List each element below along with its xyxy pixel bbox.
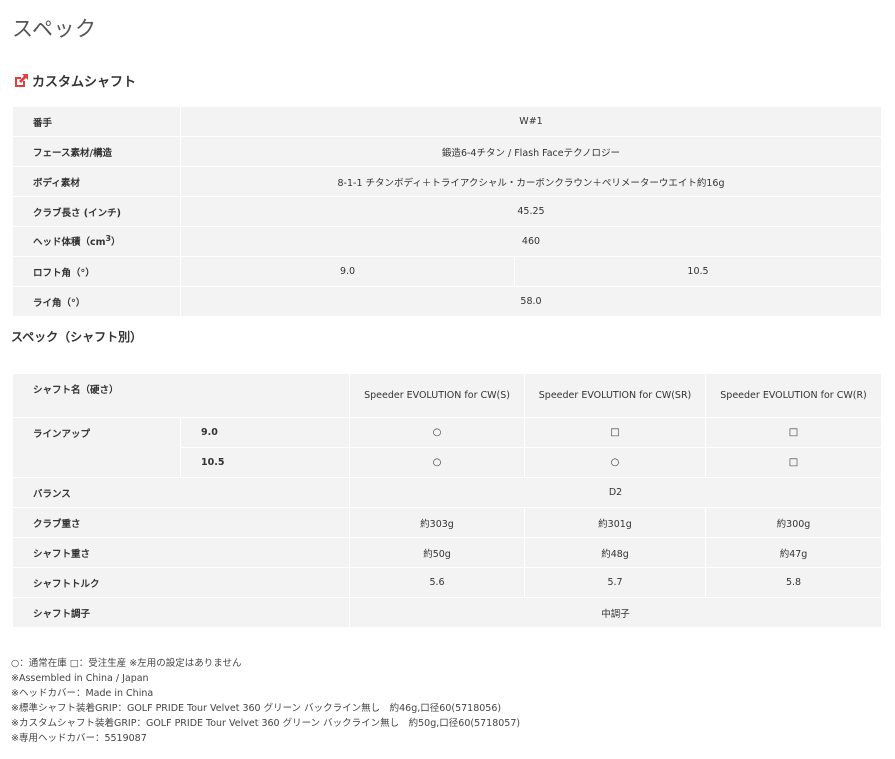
note-line: ○：通常在庫 □：受注生産 ※左用の設定はありません (11, 658, 242, 669)
row-value: 45.25 (180, 196, 882, 227)
column-header: Speeder EVOLUTION for CW(R) (705, 373, 883, 418)
table-row: ラインアップ 9.0 ○ □ □ (12, 417, 883, 478)
table-row: フェース素材/構造 鍛造6-4チタン / Flash Faceテクノロジー (12, 136, 882, 167)
table-row: ヘッド体積（cm3） 460 (12, 226, 882, 257)
table-row: シャフト重さ 約50g 約48g 約47g (11, 537, 883, 568)
row-label: シャフト重さ (11, 537, 351, 568)
row-label: ボディ素材 (12, 166, 181, 197)
row-value: 約301g (524, 507, 707, 538)
row-value: 中調子 (349, 597, 883, 628)
spec-table: 番手 W#1 フェース素材/構造 鍛造6-4チタン / Flash Faceテク… (12, 106, 882, 317)
row-value: 8-1-1 チタンボディ＋トライアクシャル・カーボンクラウン＋ペリメーターウエイ… (180, 166, 882, 197)
table-row: バランス D2 (11, 477, 883, 508)
row-label: ロフト角（°） (12, 256, 181, 287)
row-value: 5.7 (524, 567, 707, 598)
availability-mark: ○ (349, 447, 526, 478)
note-line: ※専用ヘッドカバー：5519087 (11, 733, 147, 744)
row-value: W#1 (180, 106, 882, 137)
head-volume-label: ヘッド体積（cm (33, 237, 106, 249)
availability-mark: ○ (524, 447, 707, 478)
note-line: ※カスタムシャフト装着GRIP：GOLF PRIDE Tour Velvet 3… (11, 718, 521, 729)
column-header: Speeder EVOLUTION for CW(S) (349, 373, 526, 418)
row-label: ヘッド体積（cm3） (12, 226, 181, 257)
external-link-icon (15, 73, 28, 87)
note-line: ※ヘッドカバー：Made in China (11, 688, 154, 699)
availability-mark: □ (705, 417, 883, 448)
table-row: シャフト調子 中調子 (11, 597, 883, 628)
loft-label: 9.0 (179, 417, 351, 448)
shaft-name-header: シャフト名（硬さ） (11, 373, 351, 418)
note-line: ※Assembled in China / Japan (11, 673, 149, 684)
row-value: 約303g (349, 507, 526, 538)
row-label: 番手 (12, 106, 181, 137)
sub-title: スペック（シャフト別） (11, 330, 143, 344)
row-label: クラブ長さ (インチ) (12, 196, 181, 227)
row-value: D2 (349, 477, 883, 508)
table-row: ボディ素材 8-1-1 チタンボディ＋トライアクシャル・カーボンクラウン＋ペリメ… (12, 166, 882, 197)
notes: ○：通常在庫 □：受注生産 ※左用の設定はありません ※Assembled in… (11, 656, 520, 746)
table-row: ライ角（°） 58.0 (12, 286, 882, 317)
row-label: シャフト調子 (11, 597, 351, 628)
shaft-spec-table: シャフト名（硬さ） Speeder EVOLUTION for CW(S) Sp… (11, 373, 883, 628)
row-value: 10.5 (514, 256, 882, 287)
column-header: Speeder EVOLUTION for CW(SR) (524, 373, 707, 418)
lineup-label: ラインアップ (12, 417, 181, 478)
row-label: シャフトトルク (11, 567, 351, 598)
label-suffix: ） (111, 237, 121, 249)
page-title: スペック (12, 17, 97, 41)
table-row: クラブ長さ (インチ) 45.25 (12, 196, 882, 227)
note-line: ※標準シャフト装着GRIP：GOLF PRIDE Tour Velvet 360… (11, 703, 502, 714)
table-row: 番手 W#1 (12, 106, 882, 137)
row-value: 約47g (705, 537, 883, 568)
row-value: 約300g (705, 507, 883, 538)
custom-shaft-heading: カスタムシャフト (13, 71, 136, 90)
table-row: クラブ重さ 約303g 約301g 約300g (11, 507, 883, 538)
availability-mark: □ (524, 417, 707, 448)
row-value: 約48g (524, 537, 707, 568)
section-title: カスタムシャフト (32, 75, 137, 90)
row-value: 鍛造6-4チタン / Flash Faceテクノロジー (180, 136, 882, 167)
loft-label: 10.5 (179, 447, 351, 478)
row-value: 9.0 (180, 256, 515, 287)
availability-mark: □ (705, 447, 883, 478)
row-value: 5.6 (349, 567, 526, 598)
table-header-row: シャフト名（硬さ） Speeder EVOLUTION for CW(S) Sp… (11, 373, 883, 418)
row-label: クラブ重さ (11, 507, 351, 538)
availability-mark: ○ (349, 417, 526, 448)
row-value: 58.0 (180, 286, 882, 317)
table-row: ロフト角（°） 9.0 10.5 (12, 256, 882, 287)
row-value: 460 (180, 226, 882, 257)
row-label: フェース素材/構造 (12, 136, 181, 167)
row-label: ライ角（°） (12, 286, 181, 317)
row-label: バランス (11, 477, 351, 508)
row-value: 5.8 (705, 567, 883, 598)
table-row: シャフトトルク 5.6 5.7 5.8 (11, 567, 883, 598)
row-value: 約50g (349, 537, 526, 568)
